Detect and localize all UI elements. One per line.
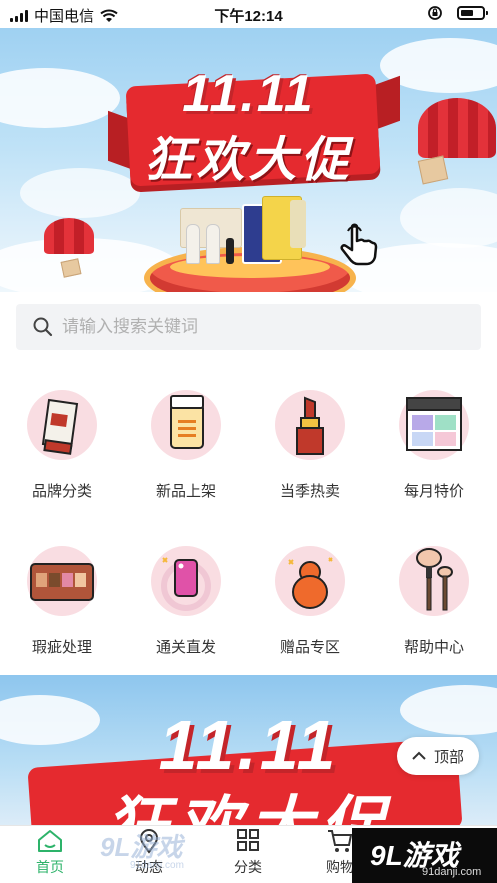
cart-icon [328, 830, 353, 852]
category-defect[interactable]: 瑕疵处理 [0, 546, 124, 657]
category-label: 每月特价 [403, 483, 464, 500]
category-monthly-special[interactable]: 每月特价 [372, 390, 496, 501]
back-to-top-label: 顶部 [433, 748, 464, 766]
back-to-top-button[interactable]: 顶部 [397, 737, 479, 775]
tab-label: 首页 [36, 859, 64, 875]
banner2-title-sale: 狂欢大促 [0, 775, 497, 825]
tab-category[interactable]: 分类 [198, 828, 298, 877]
chevron-up-icon [412, 751, 426, 760]
parachute-left-icon [44, 218, 94, 254]
eyeshadow-palette-icon [399, 390, 469, 460]
promo-banner[interactable]: 11.11 狂欢大促 [0, 28, 497, 292]
status-bar: 中国电信 下午12:14 [0, 0, 497, 28]
search-input[interactable] [62, 317, 442, 337]
home-icon [38, 830, 62, 852]
orientation-lock-icon [428, 6, 442, 20]
category-label: 通关直发 [155, 639, 216, 656]
lipstick-icon [275, 390, 345, 460]
category-hot-sale[interactable]: 当季热卖 [248, 390, 372, 501]
product-bottle-icon [206, 224, 220, 264]
search-icon [33, 317, 53, 337]
status-time: 下午12:14 [214, 8, 283, 25]
category-label: 当季热卖 [279, 483, 340, 500]
search-bar[interactable] [16, 304, 481, 350]
category-new-arrivals[interactable]: 新品上架 [124, 390, 248, 501]
watermark-logo: 9L游戏 91danji.com [352, 828, 497, 883]
category-label: 品牌分类 [31, 483, 92, 500]
cream-bottle-icon [151, 390, 221, 460]
category-label: 赠品专区 [279, 639, 340, 656]
banner-title-sale: 狂欢大促 [144, 134, 353, 187]
category-brand[interactable]: 品牌分类 [0, 390, 124, 501]
category-help[interactable]: 帮助中心 [372, 546, 496, 657]
phone-case-icon [151, 546, 221, 616]
watermark-logo: 9L游戏 91danji.com [100, 832, 184, 871]
makeup-palette-icon [27, 546, 97, 616]
banner-title-date: 11.11 [182, 65, 315, 123]
product-box-icon [290, 200, 306, 248]
battery-icon [457, 6, 488, 20]
category-gifts[interactable]: 赠品专区 [248, 546, 372, 657]
tab-home[interactable]: 首页 [0, 828, 100, 877]
makeup-brush-icon [399, 546, 469, 616]
category-label: 帮助中心 [403, 639, 464, 656]
sunscreen-tube-icon [27, 390, 97, 460]
beauty-sponge-icon [275, 546, 345, 616]
grid-icon [237, 829, 259, 851]
product-lipstick-icon [226, 238, 234, 264]
category-label: 瑕疵处理 [31, 639, 92, 656]
product-bottle-icon [186, 224, 200, 264]
category-label: 新品上架 [155, 483, 216, 500]
tap-hand-icon [340, 223, 378, 266]
category-direct-shipping[interactable]: 通关直发 [124, 546, 248, 657]
tab-label: 购物 [326, 859, 354, 875]
tab-label: 分类 [234, 859, 262, 875]
